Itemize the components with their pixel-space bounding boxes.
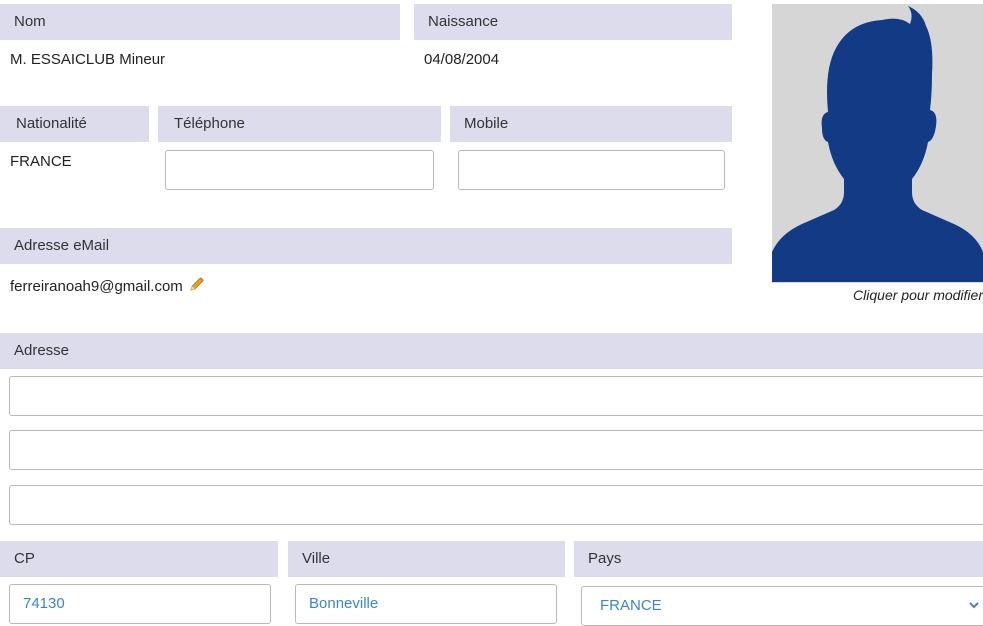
cp-value: 74130 [23,595,65,612]
ville-value: Bonneville [309,595,379,612]
pencil-icon[interactable] [188,276,205,297]
cp-input[interactable]: 74130 [9,584,271,624]
telephone-label: Téléphone [158,106,441,142]
nationalite-value: FRANCE [10,153,72,170]
ville-label: Ville [288,541,565,577]
nationalite-label: Nationalité [0,106,149,142]
profile-photo[interactable] [772,4,983,283]
email-value: ferreiranoah9@gmail.com [10,278,183,295]
email-label: Adresse eMail [0,228,732,264]
pays-label: Pays [574,541,983,577]
pays-value: FRANCE [600,597,662,614]
mobile-label: Mobile [450,106,732,142]
address-line3-input[interactable] [9,485,983,525]
email-row: ferreiranoah9@gmail.com [10,276,205,297]
telephone-input[interactable] [165,150,434,190]
naissance-value: 04/08/2004 [424,51,500,68]
cp-label: CP [0,541,278,577]
address-line1-input[interactable] [9,376,983,416]
naissance-label: Naissance [414,4,732,40]
adresse-label: Adresse [0,333,983,369]
nom-value: M. ESSAICLUB Mineur [10,51,166,68]
person-silhouette-icon [772,6,983,282]
pays-select[interactable]: FRANCE [581,586,983,626]
ville-input[interactable]: Bonneville [295,584,557,624]
nom-label: Nom [0,4,400,40]
photo-caption[interactable]: Cliquer pour modifier [772,287,983,303]
mobile-input[interactable] [458,150,725,190]
chevron-down-icon [969,602,979,609]
address-line2-input[interactable] [9,430,983,470]
